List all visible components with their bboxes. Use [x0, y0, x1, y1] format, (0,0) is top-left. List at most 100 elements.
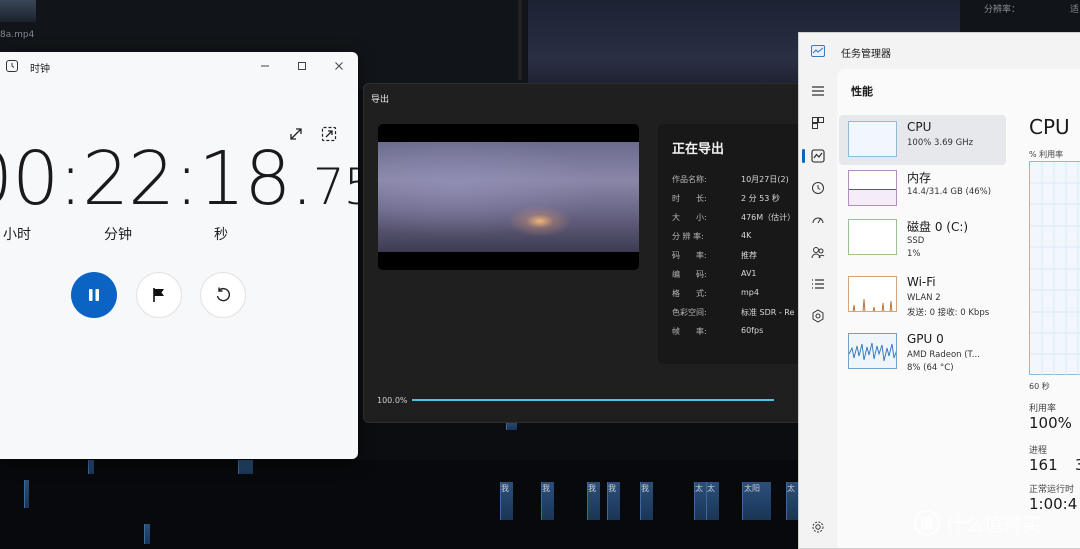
processes-label: 进程: [1029, 446, 1048, 456]
perf-item-memory[interactable]: 内存 14.4/31.4 GB (46%): [839, 164, 1006, 214]
info-value: 476M（估计）: [741, 213, 796, 222]
cpu-graph-grid: [1030, 162, 1080, 376]
info-key: 码 率:: [672, 251, 707, 260]
info-value: 10月27日(2): [741, 175, 789, 184]
hamburger-menu-button[interactable]: [810, 83, 826, 99]
timeline-clip-label: 太: [787, 484, 795, 493]
info-value: 60fps: [741, 326, 764, 335]
maximize-icon: [298, 62, 306, 70]
close-icon: [335, 62, 343, 70]
perf-item-detail: WLAN 2: [907, 293, 941, 303]
timeline-clip-label: 太: [695, 484, 703, 493]
info-row: 大 小: 476M（估计）: [672, 212, 801, 226]
perf-item-detail: AMD Radeon (T...: [907, 350, 980, 360]
perf-item-detail: 发送: 0 接收: 0 Kbps: [907, 308, 990, 318]
info-value: 4K: [741, 231, 752, 240]
perf-item-detail: 1%: [907, 249, 921, 259]
gear-icon: [812, 521, 824, 533]
task-manager-titlebar[interactable]: 任务管理器: [799, 33, 1080, 69]
perf-item-name: Wi-Fi: [907, 275, 936, 289]
timeline-clip-label: 我: [588, 484, 596, 493]
perf-item-cpu[interactable]: CPU 100% 3.69 GHz: [839, 115, 1006, 165]
timeline-clip[interactable]: [238, 460, 253, 474]
info-key: 大 小:: [672, 213, 707, 222]
timeline-clip[interactable]: [88, 460, 94, 474]
nav-app-history[interactable]: [810, 180, 826, 196]
info-row: 编 码: AV1: [672, 269, 801, 283]
timeline-clip-label: 我: [501, 484, 509, 493]
perf-item-detail: 14.4/31.4 GB (46%): [907, 187, 992, 197]
utilization-label: 利用率: [1029, 404, 1057, 414]
info-value: 推荐: [741, 251, 757, 260]
video-preview-frame: [378, 142, 639, 252]
perf-item-wifi[interactable]: Wi-Fi WLAN 2 发送: 0 接收: 0 Kbps: [839, 270, 1006, 320]
close-button[interactable]: [327, 56, 351, 76]
processes-value: 161: [1029, 456, 1058, 474]
cpu-detail-panel: CPU % 利用率 60 秒 利用率 100% 进程 161 3 正常运行时 1…: [1009, 109, 1080, 548]
timeline-clip[interactable]: [144, 524, 150, 544]
reset-icon: [216, 287, 231, 302]
timeline-clip-label: 太阳: [744, 484, 760, 493]
timeline-clip[interactable]: [24, 480, 29, 508]
task-manager-main: 性能 CPU 100% 3.69 GHz 内存 14.4/31.4 GB (46…: [837, 69, 1080, 548]
perf-item-detail: 8% (64 °C): [907, 363, 954, 373]
nav-services[interactable]: [810, 308, 826, 324]
section-title: 性能: [851, 85, 873, 98]
export-info-panel: 正在导出 作品名称: 10月27日(2) 时 长: 2 分 53 秒 大 小: 476…: [658, 124, 801, 364]
info-key: 色彩空间:: [672, 308, 707, 317]
details-list-icon: [812, 279, 824, 289]
perf-item-name: CPU: [907, 120, 932, 134]
timeline-clip-label: 我: [608, 484, 616, 493]
startup-icon: [812, 217, 824, 224]
nav-performance[interactable]: [810, 148, 826, 164]
services-icon: [812, 309, 824, 323]
timeline-clip-label: 我: [542, 484, 550, 493]
perf-item-name: GPU 0: [907, 332, 944, 346]
info-key: 时 长:: [672, 194, 707, 203]
nav-processes[interactable]: [810, 115, 826, 131]
nav-details[interactable]: [810, 276, 826, 292]
perf-item-gpu[interactable]: GPU 0 AMD Radeon (T... 8% (64 °C): [839, 327, 1006, 377]
info-row: 格 式: mp4: [672, 288, 801, 302]
disk-mini-graph: [848, 219, 897, 255]
stopwatch-time-main: 00:22:18.: [0, 136, 314, 222]
task-manager-window: 任务管理器 性能 CPU 100% 3.69 GHz 内存 14.4/31.4 …: [798, 32, 1080, 549]
reset-button[interactable]: [200, 272, 246, 318]
seconds-label: 秒: [214, 227, 228, 243]
nav-users[interactable]: [810, 244, 826, 260]
background-resolution-label: 分辨率：: [984, 5, 1021, 15]
clock-titlebar[interactable]: 时钟: [0, 52, 358, 82]
flag-icon: [153, 288, 164, 302]
nav-settings[interactable]: [810, 519, 826, 535]
info-value: 标准 SDR - Re: [741, 308, 795, 317]
info-row: 码 率: 推荐: [672, 250, 801, 264]
gpu-graph-line: [849, 342, 896, 362]
info-value: AV1: [741, 269, 757, 278]
background-file-label: 8a.mp4: [0, 30, 35, 40]
info-row: 时 长: 2 分 53 秒: [672, 193, 801, 207]
watermark-logo: 值: [914, 510, 940, 536]
maximize-button[interactable]: [290, 56, 314, 76]
perf-item-name: 内存: [907, 171, 932, 185]
background-timeline: 我 我 我 我 我 太 太 太阳 太: [0, 420, 800, 549]
info-key: 编 码:: [672, 270, 707, 279]
info-key: 作品名称:: [672, 175, 707, 184]
clock-app-icon: [6, 60, 18, 72]
cpu-mini-graph: [848, 121, 897, 157]
perf-item-disk[interactable]: 磁盘 0 (C:) SSD 1%: [839, 213, 1006, 263]
pause-button[interactable]: [71, 272, 117, 318]
minimize-button[interactable]: [253, 56, 277, 76]
progress-bar: [412, 399, 774, 401]
timeline-clip-label: 太: [707, 484, 715, 493]
progress-bar-fill: [412, 399, 774, 401]
utilization-value: 100%: [1029, 414, 1072, 432]
task-manager-app-icon: [811, 45, 825, 57]
window-title: 任务管理器: [841, 49, 891, 60]
history-icon: [812, 182, 824, 194]
wifi-graph-line: [852, 298, 893, 311]
background-media-thumbnail: [0, 0, 36, 22]
nav-startup-apps[interactable]: [810, 212, 826, 228]
info-key: 格 式:: [672, 289, 707, 298]
users-icon: [811, 247, 825, 259]
lap-button[interactable]: [136, 272, 182, 318]
